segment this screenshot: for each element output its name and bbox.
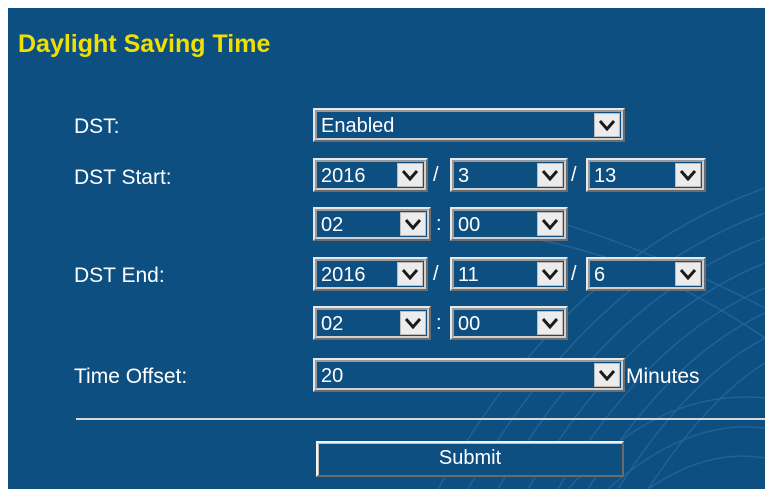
time-offset-value: 20 [321,365,344,387]
time-offset-unit: Minutes [626,365,700,388]
end-minute-value: 00 [458,313,481,335]
date-separator: / [433,263,439,285]
end-hour-select[interactable]: 02 [313,306,431,340]
chevron-down-icon[interactable] [594,113,620,137]
chevron-down-icon[interactable] [537,212,563,236]
start-day-value: 13 [594,165,617,187]
end-year-select[interactable]: 2016 [313,257,428,291]
dst-label: DST: [74,115,120,138]
time-separator: : [436,312,442,334]
time-offset-select[interactable]: 20 [313,358,625,392]
start-year-select[interactable]: 2016 [313,158,428,192]
start-hour-select[interactable]: 02 [313,207,431,241]
divider [76,418,765,420]
start-month-select[interactable]: 3 [450,158,568,192]
background-swirl-decoration [437,187,765,489]
end-minute-select[interactable]: 00 [450,306,568,340]
chevron-down-icon[interactable] [400,212,426,236]
time-separator: : [436,213,442,235]
submit-button[interactable]: Submit [316,441,624,477]
date-separator: / [571,164,577,186]
date-separator: / [433,164,439,186]
start-hour-value: 02 [321,214,344,236]
dst-settings-panel: Daylight Saving Time DST: Enabled DST St… [8,8,765,489]
date-separator: / [571,263,577,285]
start-minute-select[interactable]: 00 [450,207,568,241]
chevron-down-icon[interactable] [400,311,426,335]
start-month-value: 3 [458,165,470,187]
chevron-down-icon[interactable] [537,262,563,286]
dst-end-label: DST End: [74,264,165,287]
page-title: Daylight Saving Time [18,30,271,58]
start-day-select[interactable]: 13 [586,158,706,192]
chevron-down-icon[interactable] [675,163,701,187]
end-hour-value: 02 [321,313,344,335]
end-day-select[interactable]: 6 [586,257,706,291]
chevron-down-icon[interactable] [537,163,563,187]
chevron-down-icon[interactable] [594,363,620,387]
chevron-down-icon[interactable] [675,262,701,286]
chevron-down-icon[interactable] [537,311,563,335]
start-year-value: 2016 [321,165,366,187]
end-year-value: 2016 [321,264,366,286]
dst-select[interactable]: Enabled [313,108,625,142]
end-day-value: 6 [594,264,606,286]
chevron-down-icon[interactable] [397,262,423,286]
end-month-value: 11 [458,264,479,286]
dst-select-value: Enabled [321,115,395,137]
chevron-down-icon[interactable] [397,163,423,187]
end-month-select[interactable]: 11 [450,257,568,291]
time-offset-label: Time Offset: [74,365,188,388]
dst-start-label: DST Start: [74,166,172,189]
start-minute-value: 00 [458,214,481,236]
